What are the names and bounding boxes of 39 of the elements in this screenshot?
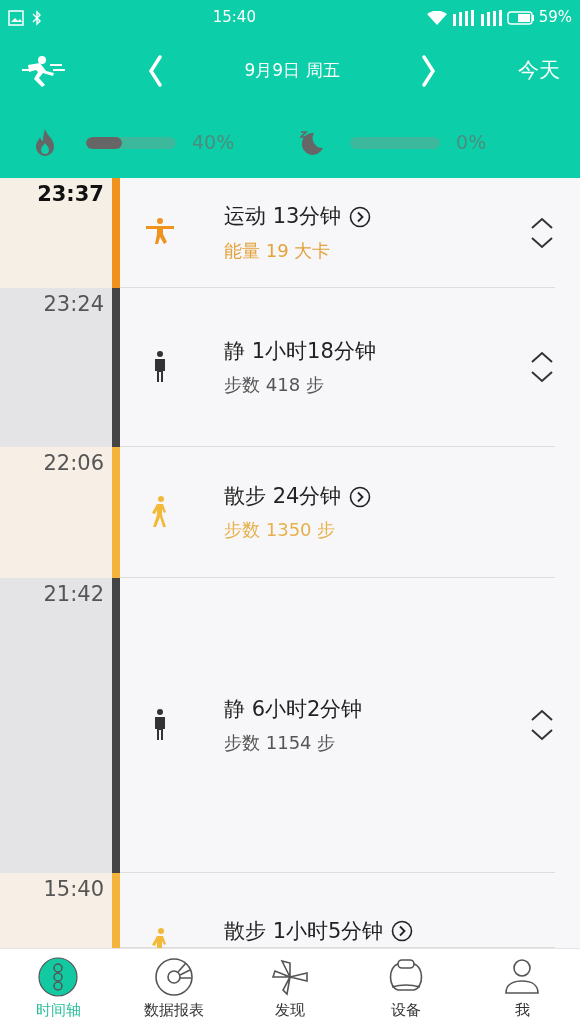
nav-tab[interactable]: 发现 (232, 949, 348, 1031)
time-label: 15:40 (43, 879, 104, 900)
time-label: 23:37 (37, 184, 104, 205)
clock-time: 15:40 (212, 7, 256, 29)
wifi-icon (426, 10, 447, 25)
activity-title: 静 6小时2分钟 (224, 695, 363, 723)
time-label: 22:06 (43, 453, 104, 474)
activity-detail: 步数 1154 步 (224, 731, 337, 756)
activity-title: 散步 24分钟 (224, 482, 342, 510)
time-label: 23:24 (43, 294, 104, 315)
nav-tab[interactable]: 我 (464, 949, 580, 1031)
expand-toggle-button[interactable] (529, 350, 555, 384)
progress-reading: 40% (192, 130, 235, 156)
expand-toggle-button[interactable] (529, 215, 555, 250)
pinwheel-icon (270, 957, 310, 997)
timeline-icon (38, 957, 78, 997)
nav-tab[interactable]: 设备 (348, 949, 464, 1031)
activity-detail: 步数 1350 步 (224, 518, 337, 543)
nav-tab[interactable]: 数据报表 (116, 949, 232, 1031)
expand-toggle-button[interactable] (529, 708, 555, 742)
activity-detail: 能量 19 大卡 (224, 238, 332, 263)
activity-title: 静 1小时18分钟 (224, 337, 376, 365)
chart-ring-icon (154, 957, 194, 997)
bluetooth-icon (32, 9, 42, 26)
battery-icon (506, 9, 535, 26)
battery-percentage: 59% (538, 7, 572, 29)
time-label: 21:42 (43, 584, 104, 605)
date-label: 9月9日 周五 (244, 59, 340, 83)
chevron-circle-button[interactable] (391, 920, 414, 943)
activity-title: 散步 1小时5分钟 (224, 917, 384, 945)
chevron-circle-button[interactable] (349, 485, 372, 508)
progress-reading: 0% (456, 130, 487, 156)
signal-icon (478, 9, 503, 26)
chevron-circle-button[interactable] (349, 206, 372, 228)
image-icon (8, 9, 24, 26)
activity-detail: 步数 418 步 (224, 373, 325, 398)
signal-icon (450, 9, 475, 26)
activity-title: 运动 13分钟 (224, 203, 342, 231)
person-icon (502, 957, 542, 997)
